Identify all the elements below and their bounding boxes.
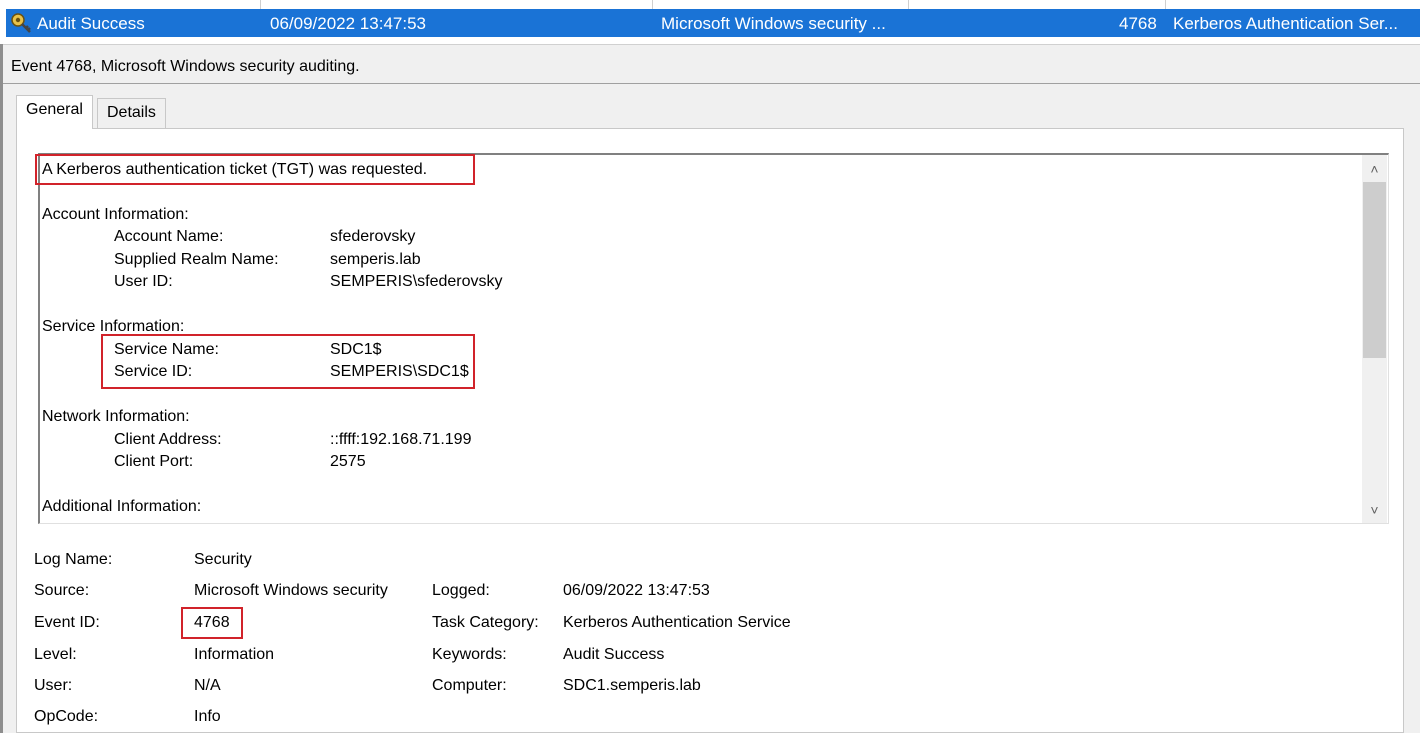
row-source: Microsoft Windows security ... <box>661 14 886 33</box>
key-icon <box>11 13 31 33</box>
logged-value: 06/09/2022 13:47:53 <box>563 582 710 599</box>
tab-general[interactable]: General <box>16 95 93 129</box>
source-value: Microsoft Windows security <box>194 582 388 599</box>
event-list: Audit Success 06/09/2022 13:47:53 Micros… <box>0 0 1420 45</box>
row-keywords: Audit Success <box>37 14 145 33</box>
client-address-value: ::ffff:192.168.71.199 <box>330 431 472 448</box>
pane-title: Event 4768, Microsoft Windows security a… <box>11 58 360 75</box>
supplied-realm-value: semperis.lab <box>330 251 421 268</box>
additional-information-header: Additional Information: <box>42 498 202 515</box>
column-dividers <box>0 0 1420 9</box>
pane-separator <box>3 83 1420 84</box>
keywords-value: Audit Success <box>563 646 665 663</box>
level-label: Level: <box>34 646 77 663</box>
computer-label: Computer: <box>432 677 507 694</box>
user-value: N/A <box>194 677 221 694</box>
task-category-label: Task Category: <box>432 614 539 631</box>
account-name-value: sfederovsky <box>330 228 416 245</box>
opcode-value: Info <box>194 708 221 725</box>
client-address-label: Client Address: <box>114 431 222 448</box>
highlight-box-headline <box>35 154 475 185</box>
user-id-value: SEMPERIS\sfederovsky <box>330 273 503 290</box>
selected-event-row[interactable]: Audit Success 06/09/2022 13:47:53 Micros… <box>6 9 1420 37</box>
chevron-down-icon[interactable]: ˅ <box>1362 498 1387 522</box>
event-id-value: 4768 <box>194 614 230 631</box>
logged-label: Logged: <box>432 582 490 599</box>
chevron-up-icon[interactable]: ˄ <box>1362 157 1387 181</box>
highlight-box-service <box>101 334 475 389</box>
tab-details[interactable]: Details <box>97 98 166 128</box>
computer-value: SDC1.semperis.lab <box>563 677 701 694</box>
client-port-label: Client Port: <box>114 453 194 470</box>
row-date-time: 06/09/2022 13:47:53 <box>270 14 426 33</box>
task-category-value: Kerberos Authentication Service <box>563 614 791 631</box>
row-task-category: Kerberos Authentication Ser... <box>1173 14 1398 33</box>
splitter[interactable] <box>0 44 3 733</box>
account-information-header: Account Information: <box>42 206 189 223</box>
source-label: Source: <box>34 582 90 599</box>
level-value: Information <box>194 646 275 663</box>
network-information-header: Network Information: <box>42 408 190 425</box>
account-name-label: Account Name: <box>114 228 224 245</box>
user-label: User: <box>34 677 73 694</box>
event-id-label: Event ID: <box>34 614 100 631</box>
opcode-label: OpCode: <box>34 708 99 725</box>
log-name-label: Log Name: <box>34 551 113 568</box>
keywords-label: Keywords: <box>432 646 507 663</box>
supplied-realm-label: Supplied Realm Name: <box>114 251 279 268</box>
row-event-id: 4768 <box>1119 14 1157 33</box>
client-port-value: 2575 <box>330 453 366 470</box>
log-name-value: Security <box>194 551 252 568</box>
scrollbar-thumb[interactable] <box>1363 182 1386 358</box>
user-id-label: User ID: <box>114 273 173 290</box>
